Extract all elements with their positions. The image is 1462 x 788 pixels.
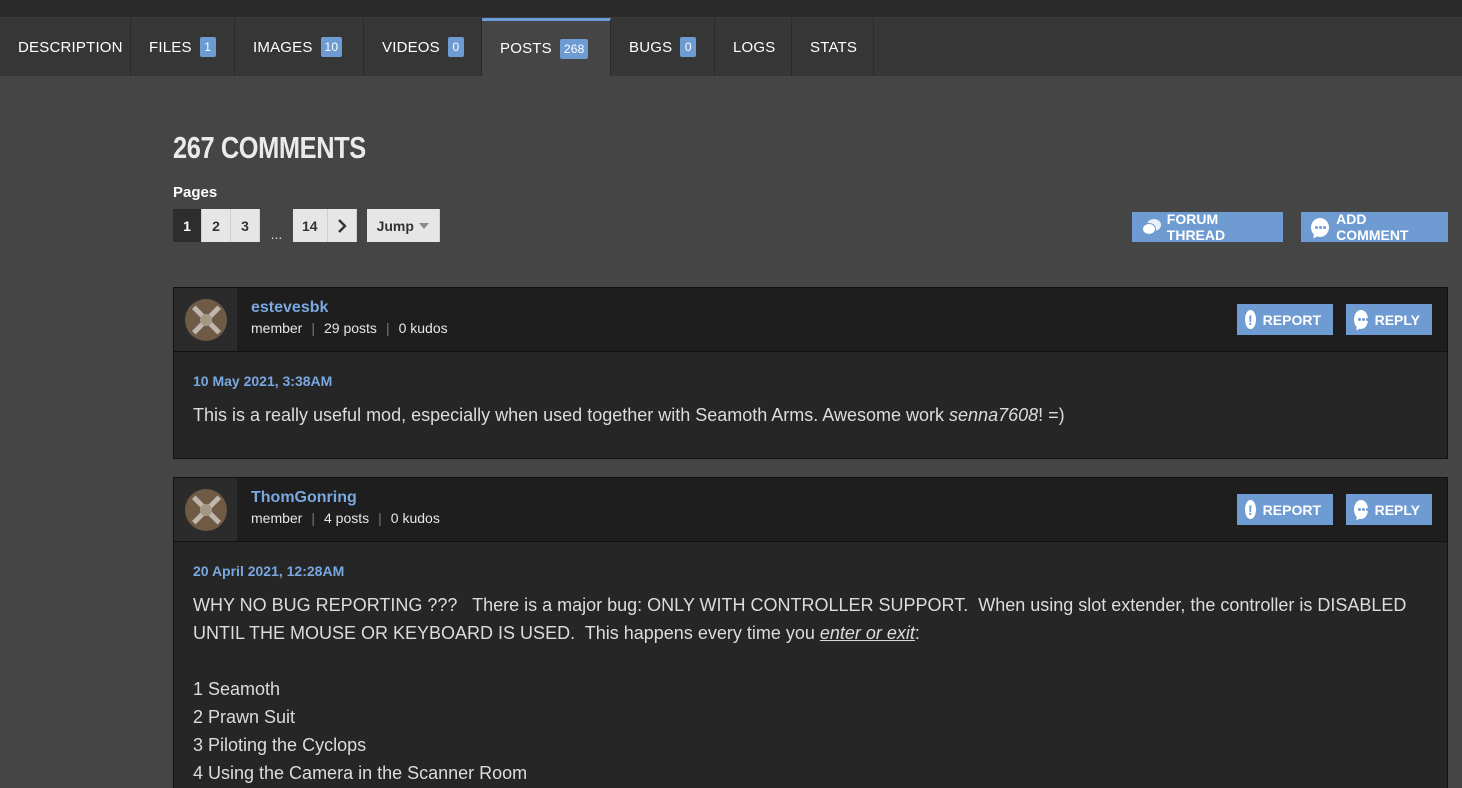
tab-label: VIDEOS	[382, 38, 440, 56]
reply-button[interactable]: REPLY	[1346, 494, 1432, 525]
forum-icon	[1142, 218, 1161, 236]
forum-thread-label: FORUM THREAD	[1166, 211, 1226, 243]
page-3-button[interactable]: 3	[231, 209, 260, 242]
author-posts: 4 posts	[324, 510, 370, 526]
comment-date: 10 May 2021, 3:38AM	[193, 373, 333, 389]
count-badge: 0	[680, 37, 697, 57]
comment-line: UNTIL THE MOUSE OR KEYBOARD IS USED. Thi…	[193, 623, 920, 643]
tab-description[interactable]: DESCRIPTION	[0, 18, 131, 76]
count-badge: 1	[199, 37, 216, 57]
comment-body: 20 April 2021, 12:28AM WHY NO BUG REPORT…	[174, 542, 1447, 787]
author-role: member	[251, 320, 303, 336]
alert-icon: !	[1245, 500, 1256, 519]
separator: |	[311, 510, 315, 526]
list-item: 2 Prawn Suit	[193, 707, 296, 727]
add-comment-button[interactable]: ADD COMMENT	[1301, 211, 1448, 243]
jump-dropdown[interactable]: Jump	[366, 209, 440, 242]
next-page-button[interactable]	[327, 209, 357, 242]
page-2-button[interactable]: 2	[202, 209, 231, 242]
tab-label: POSTS	[500, 40, 552, 57]
tab-images[interactable]: IMAGES 10	[235, 18, 364, 76]
comment-icon	[1311, 217, 1330, 237]
author-name[interactable]: ThomGonring	[251, 489, 357, 507]
page-1-button[interactable]: 1	[173, 209, 202, 242]
list-item: 1 Seamoth	[193, 679, 281, 699]
avatar-image	[184, 488, 227, 531]
comment-header: estevesbk member | 29 posts | 0 kudos ! …	[174, 288, 1447, 352]
tab-bugs[interactable]: BUGS 0	[611, 18, 715, 76]
author-posts: 29 posts	[324, 320, 377, 336]
report-button[interactable]: ! REPORT	[1237, 304, 1333, 335]
tab-bar: DESCRIPTION FILES 1 IMAGES 10 VIDEOS 0 P…	[0, 18, 1462, 76]
report-label: REPORT	[1262, 311, 1321, 328]
pagination: 1 2 3 ... 14 Jump	[173, 209, 440, 242]
comment-header: ThomGonring member | 4 posts | 0 kudos !…	[174, 478, 1447, 542]
author-kudos: 0 kudos	[398, 320, 448, 336]
chevron-down-icon	[418, 222, 429, 229]
page-title: 267 COMMENTS	[173, 130, 366, 165]
list-item: 4 Using the Camera in the Scanner Room	[193, 763, 528, 783]
chevron-right-icon	[337, 218, 347, 233]
avatar-image	[184, 298, 227, 341]
comment-icon	[1354, 500, 1369, 519]
page-14-button[interactable]: 14	[293, 209, 328, 242]
tab-label: LOGS	[733, 38, 776, 56]
author-meta: member | 4 posts | 0 kudos	[251, 510, 440, 526]
pagination-ellipsis: ...	[270, 226, 283, 242]
alert-icon: !	[1245, 310, 1256, 329]
list-item: 3 Piloting the Cyclops	[193, 735, 367, 755]
reply-button[interactable]: REPLY	[1346, 304, 1432, 335]
tab-posts[interactable]: POSTS 268	[482, 18, 611, 76]
comment-line: WHY NO BUG REPORTING ??? There is a majo…	[193, 595, 1407, 615]
tab-logs[interactable]: LOGS	[715, 18, 792, 76]
avatar[interactable]	[174, 288, 237, 351]
avatar[interactable]	[174, 478, 237, 541]
mention: senna7608	[949, 405, 1039, 425]
comment-icon	[1354, 310, 1369, 329]
reply-label: REPLY	[1374, 311, 1420, 328]
add-comment-label: ADD COMMENT	[1336, 211, 1409, 243]
tab-files[interactable]: FILES 1	[131, 18, 235, 76]
tab-stats[interactable]: STATS	[792, 18, 874, 76]
separator: |	[378, 510, 382, 526]
count-badge: 10	[320, 37, 343, 57]
comment-text: This is a really useful mod, especially …	[193, 405, 1065, 425]
comment: ThomGonring member | 4 posts | 0 kudos !…	[173, 477, 1448, 788]
comment: estevesbk member | 29 posts | 0 kudos ! …	[173, 287, 1448, 459]
jump-label: Jump	[376, 217, 414, 234]
top-bar	[0, 0, 1462, 18]
separator: |	[385, 320, 390, 336]
emphasis-text: enter or exit	[819, 623, 915, 643]
separator: |	[311, 320, 315, 336]
tab-videos[interactable]: VIDEOS 0	[364, 18, 482, 76]
report-label: REPORT	[1262, 501, 1321, 518]
tab-label: BUGS	[629, 38, 673, 56]
reply-label: REPLY	[1374, 501, 1420, 518]
tab-label: FILES	[149, 38, 192, 56]
forum-thread-button[interactable]: FORUM THREAD	[1132, 211, 1283, 243]
pages-label: Pages	[173, 184, 218, 201]
count-badge: 268	[559, 38, 589, 59]
tab-label: STATS	[810, 38, 858, 56]
comment-body: 10 May 2021, 3:38AM This is a really use…	[174, 352, 1447, 429]
report-button[interactable]: ! REPORT	[1237, 494, 1333, 525]
count-badge: 0	[447, 37, 464, 57]
author-kudos: 0 kudos	[390, 510, 440, 526]
author-role: member	[251, 510, 303, 526]
author-meta: member | 29 posts | 0 kudos	[251, 320, 448, 336]
comment-date: 20 April 2021, 12:28AM	[193, 563, 345, 579]
tab-label: DESCRIPTION	[18, 38, 123, 56]
comment-text: WHY NO BUG REPORTING ??? There is a majo…	[193, 591, 1428, 787]
tab-label: IMAGES	[253, 38, 313, 56]
author-name[interactable]: estevesbk	[251, 299, 328, 317]
